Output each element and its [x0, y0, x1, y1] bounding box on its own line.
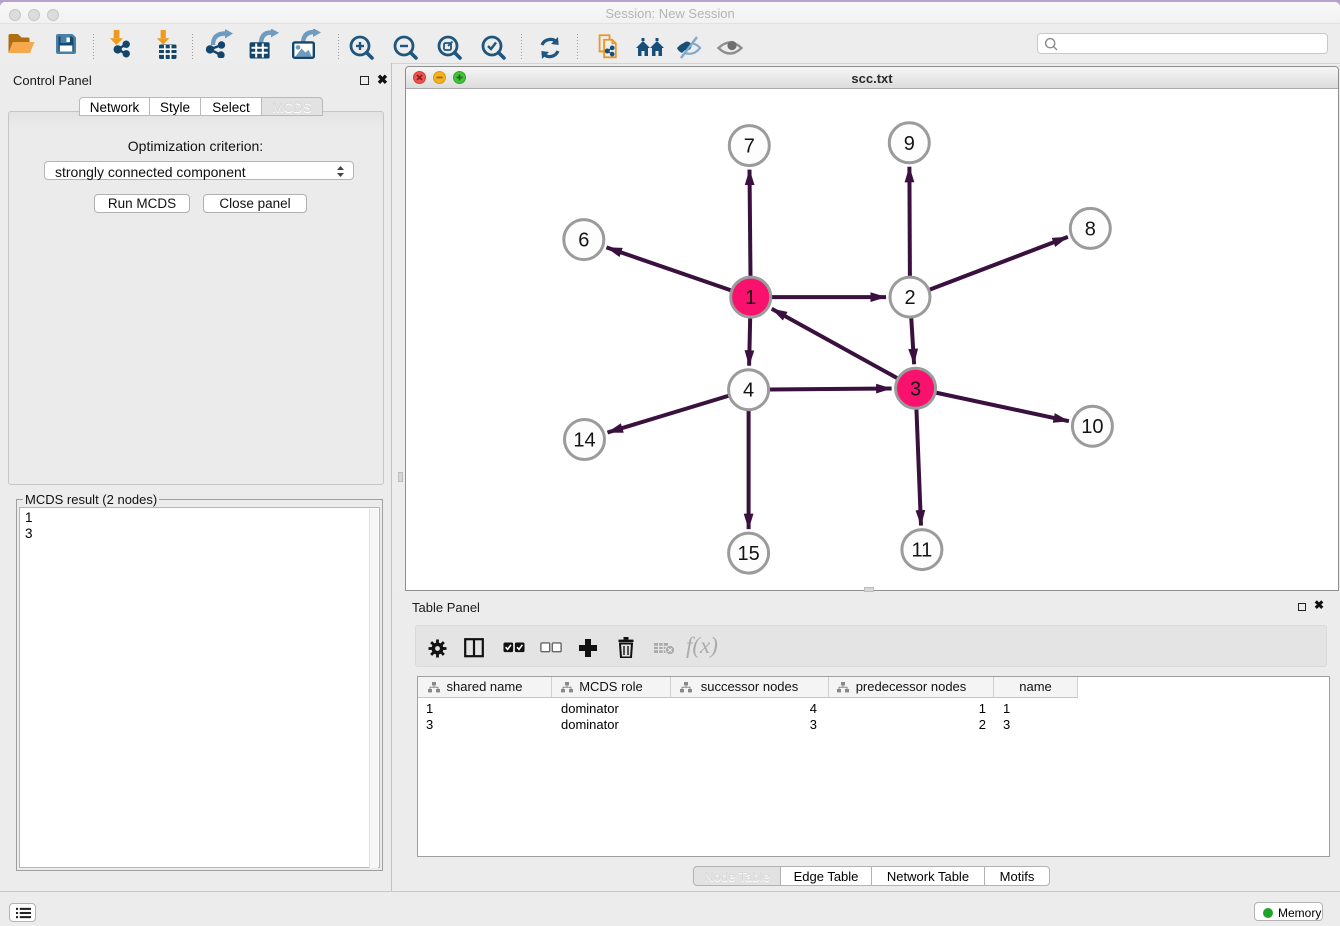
svg-text:2: 2: [904, 287, 915, 309]
svg-text:11: 11: [912, 540, 933, 562]
svg-text:4: 4: [743, 380, 754, 402]
svg-text:9: 9: [904, 133, 915, 155]
svg-text:3: 3: [910, 378, 921, 400]
svg-text:10: 10: [1081, 416, 1103, 438]
svg-text:1: 1: [745, 287, 756, 309]
svg-text:15: 15: [737, 543, 759, 565]
svg-text:6: 6: [578, 230, 589, 252]
svg-text:8: 8: [1085, 218, 1096, 240]
svg-text:7: 7: [744, 136, 755, 158]
svg-text:14: 14: [573, 430, 595, 452]
